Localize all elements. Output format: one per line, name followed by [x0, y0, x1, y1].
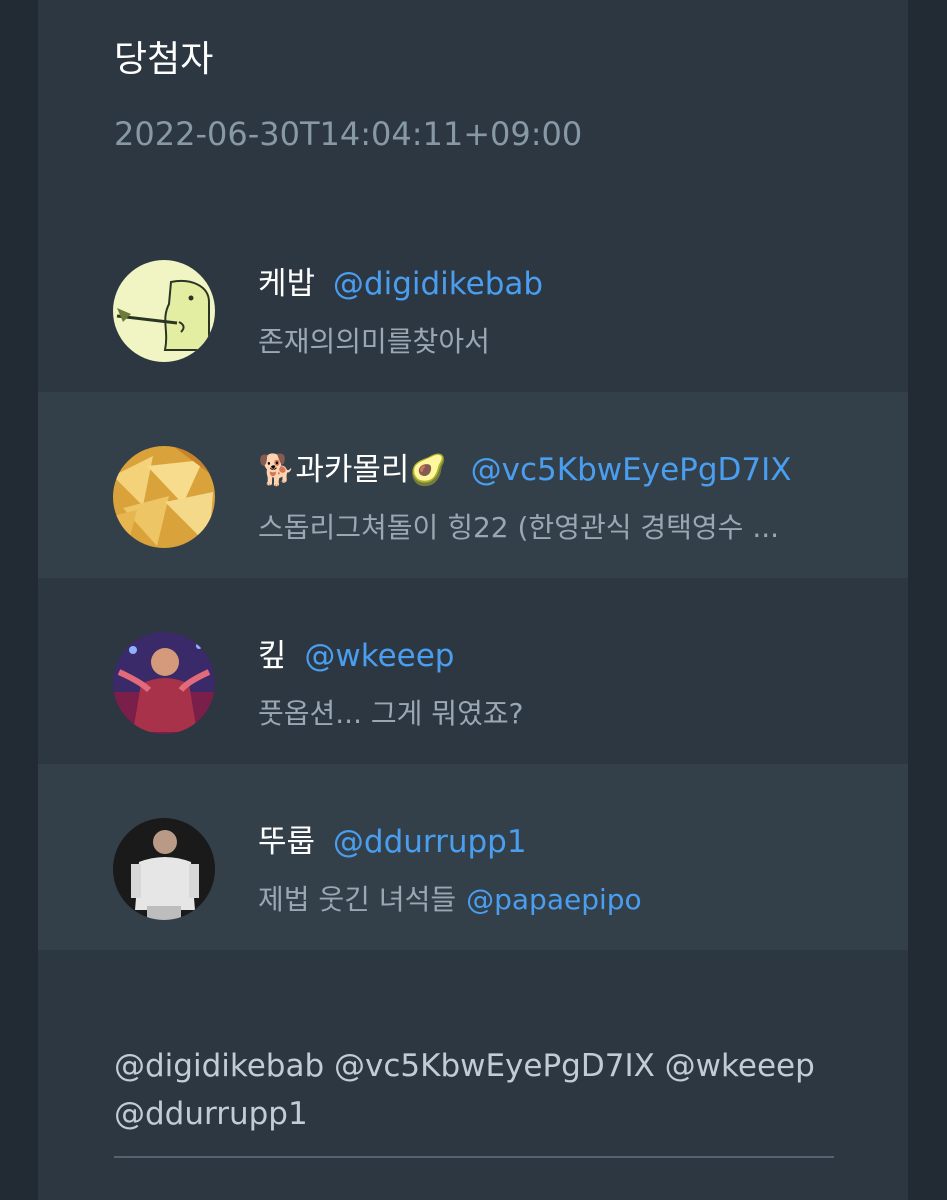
performer-avatar-icon — [113, 632, 215, 734]
cartoon-figure-avatar-icon — [113, 260, 215, 362]
display-name: 케밥 — [258, 266, 316, 302]
winner-row[interactable]: 뚜룹 @ddurrupp1 제법 웃긴 녀석들 @papaepipo — [38, 764, 908, 950]
avatar[interactable] — [113, 446, 215, 548]
page-title: 당첨자 — [114, 39, 214, 80]
timestamp: 2022-06-30T14:04:11+09:00 — [114, 115, 583, 153]
winner-row[interactable]: 케밥 @digidikebab 존재의의미를찾아서 — [38, 206, 908, 392]
dog-icon: 🐕 — [258, 453, 296, 488]
name-line: 케밥 @digidikebab — [258, 264, 543, 304]
user-handle[interactable]: @digidikebab — [333, 266, 543, 302]
user-bio: 풋옵션... 그게 뭐였죠? — [258, 697, 524, 730]
name-line: 🐕과카몰리🥑 @vc5KbwEyePgD7IX — [258, 450, 792, 491]
avocado-icon: 🥑 — [409, 453, 447, 488]
name-line: 뚜룹 @ddurrupp1 — [258, 822, 527, 862]
bio-mention-link[interactable]: @papaepipo — [466, 883, 642, 916]
winner-mentions: @digidikebab @vc5KbwEyePgD7IX @wkeeep @d… — [114, 1048, 815, 1132]
user-bio: 존재의의미를찾아서 — [258, 325, 490, 358]
name-line: 킾 @wkeeep — [258, 636, 455, 676]
avatar[interactable] — [113, 260, 215, 362]
avatar[interactable] — [113, 818, 215, 920]
user-handle[interactable]: @wkeeep — [304, 638, 454, 674]
display-name: 과카몰리 — [295, 452, 410, 488]
winner-row[interactable]: 킾 @wkeeep 풋옵션... 그게 뭐였죠? — [38, 578, 908, 764]
winner-row[interactable]: 🐕과카몰리🥑 @vc5KbwEyePgD7IX 스돕리그쳐돌이 힝22 (한영관… — [38, 392, 908, 578]
user-handle[interactable]: @ddurrupp1 — [333, 824, 527, 860]
winners-panel: 당첨자 2022-06-30T14:04:11+09:00 케밥 @digidi… — [38, 0, 908, 1200]
user-bio: 제법 웃긴 녀석들 @papaepipo — [258, 883, 642, 916]
user-handle[interactable]: @vc5KbwEyePgD7IX — [471, 452, 792, 488]
person-photo-avatar-icon — [113, 818, 215, 920]
display-name: 킾 — [258, 638, 287, 674]
nachos-avatar-icon — [113, 446, 215, 548]
display-name: 뚜룹 — [258, 824, 316, 860]
avatar[interactable] — [113, 632, 215, 734]
user-bio: 스돕리그쳐돌이 힝22 (한영관식 경택영수 ... — [258, 511, 780, 544]
divider — [114, 1156, 834, 1158]
